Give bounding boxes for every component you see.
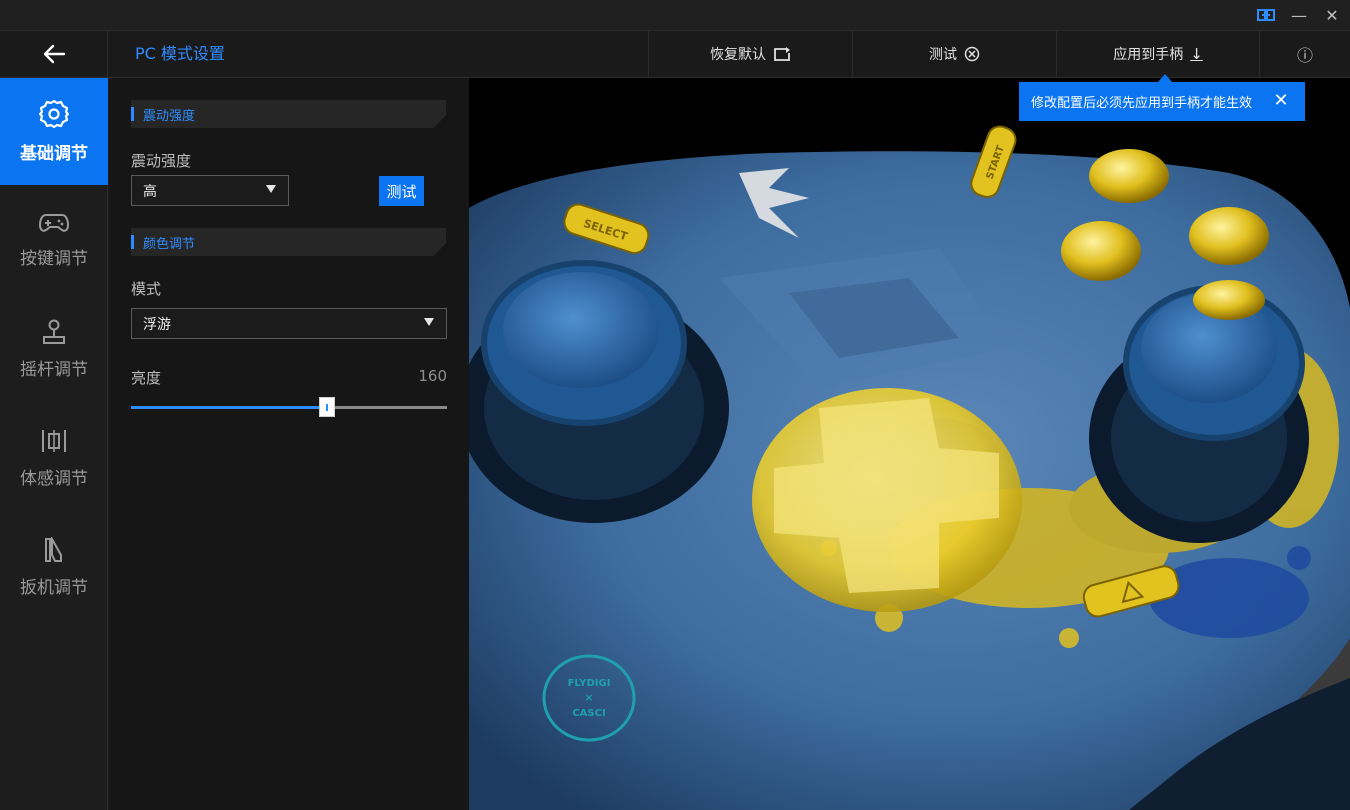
brightness-slider-thumb[interactable] (318, 397, 335, 417)
vibration-selected-value: 高 (143, 183, 157, 200)
link-icon (1257, 9, 1275, 21)
badge-line3: CASCI (572, 708, 605, 719)
brightness-slider[interactable] (131, 397, 447, 417)
apply-reminder-tooltip: 修改配置后必须先应用到手柄才能生效 ✕ (1019, 74, 1305, 121)
vibration-label: 震动强度 (131, 152, 192, 170)
reset-icon (774, 47, 790, 61)
controller-preview: SELECT START FLYDIGI × CASCI (469, 78, 1350, 810)
restore-default-label: 恢复默认 (710, 47, 766, 63)
test-label: 测试 (929, 47, 957, 63)
sidebar-item-trigger[interactable]: 扳机调节 (0, 514, 108, 621)
tooltip-close-button[interactable]: ✕ (1271, 91, 1291, 111)
motion-icon (42, 430, 66, 452)
vibration-select[interactable]: 高 (131, 175, 289, 206)
sidebar-item-joystick[interactable]: 摇杆调节 (0, 296, 108, 403)
color-mode-selected-value: 浮游 (143, 316, 171, 333)
arrow-left-icon (43, 44, 65, 64)
apply-label: 应用到手柄 (1113, 47, 1184, 63)
section-title: 颜色调节 (143, 236, 196, 252)
test-button[interactable]: 测试 (852, 31, 1056, 77)
vibration-test-button[interactable]: 测试 (379, 176, 424, 206)
sidebar-item-basic[interactable]: 基础调节 (0, 78, 108, 185)
minimize-button[interactable]: — (1288, 5, 1310, 25)
gamepad-icon (39, 214, 69, 232)
joystick-icon (43, 319, 65, 344)
apply-to-controller-button[interactable]: 应用到手柄 ↓ (1056, 31, 1259, 77)
back-button[interactable] (0, 31, 108, 77)
mode-label: 模式 (131, 280, 162, 298)
brightness-slider-fill (131, 406, 327, 409)
title-bar: — ✕ (0, 0, 1350, 31)
sidebar-item-label: 摇杆调节 (20, 360, 88, 380)
gear-icon (39, 99, 69, 129)
sidebar-item-label: 体感调节 (20, 469, 88, 489)
sidebar-item-label: 按键调节 (20, 249, 88, 269)
section-header-vibration: 震动强度 (131, 100, 446, 128)
section-header-color: 颜色调节 (131, 228, 446, 256)
controller-image: SELECT START FLYDIGI × CASCI (469, 78, 1350, 810)
tooltip-text: 修改配置后必须先应用到手柄才能生效 (1031, 96, 1253, 111)
sidebar-item-label: 扳机调节 (20, 578, 88, 598)
circle-x-icon (964, 46, 980, 62)
trigger-icon (45, 537, 62, 562)
download-icon: ↓ (1190, 45, 1203, 63)
restore-default-button[interactable]: 恢复默认 (648, 31, 852, 77)
color-mode-select[interactable]: 浮游 (131, 308, 447, 339)
info-icon: ⓘ (1296, 46, 1313, 65)
brightness-label: 亮度 (131, 369, 162, 387)
sidebar-item-motion[interactable]: 体感调节 (0, 405, 108, 512)
brightness-value: 160 (418, 367, 447, 385)
close-window-button[interactable]: ✕ (1321, 5, 1343, 25)
caret-down-icon (424, 318, 434, 326)
sidebar: 基础调节 按键调节 摇杆调节 体感调节 扳机调节 (0, 78, 108, 810)
sidebar-item-buttons[interactable]: 按键调节 (0, 187, 108, 294)
info-button[interactable]: ⓘ (1259, 31, 1350, 77)
caret-down-icon (266, 185, 276, 193)
badge-line2: × (584, 691, 593, 704)
section-title: 震动强度 (143, 108, 196, 124)
page-title: PC 模式设置 (135, 44, 225, 63)
settings-panel: 震动强度 震动强度 高 测试 颜色调节 模式 浮游 亮度 160 (109, 78, 469, 810)
device-link-button[interactable] (1255, 5, 1277, 25)
sidebar-item-label: 基础调节 (20, 144, 88, 164)
badge-line1: FLYDIGI (568, 678, 611, 689)
top-toolbar: PC 模式设置 恢复默认 测试 应用到手柄 ↓ ⓘ (0, 31, 1350, 78)
